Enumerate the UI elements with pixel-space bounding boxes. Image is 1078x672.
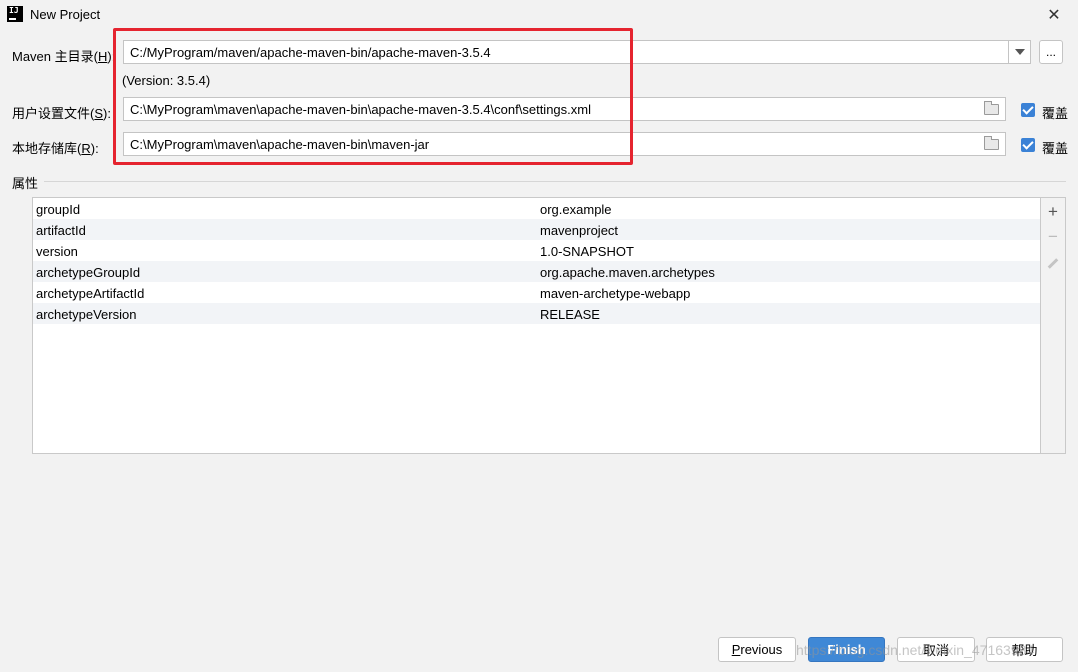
table-row[interactable]: groupId org.example xyxy=(33,198,1040,219)
property-key: archetypeVersion xyxy=(36,307,137,322)
title-bar: IJ New Project ✕ xyxy=(0,0,1078,30)
local-repo-override-checkbox[interactable] xyxy=(1021,138,1035,152)
property-key: version xyxy=(36,244,78,259)
intellij-logo-icon: IJ xyxy=(7,6,23,22)
properties-label: 属性 xyxy=(12,176,39,191)
pencil-icon xyxy=(1047,257,1059,269)
user-settings-override-label[interactable]: 覆盖 xyxy=(1042,103,1068,122)
maven-home-label: Maven 主目录(H): xyxy=(12,49,116,64)
close-icon: ✕ xyxy=(1047,7,1061,24)
table-toolbar: + − xyxy=(1041,197,1066,454)
property-key: artifactId xyxy=(36,223,86,238)
plus-icon: + xyxy=(1048,202,1058,221)
property-value: mavenproject xyxy=(540,223,619,238)
local-repo-label: 本地存储库(R): xyxy=(12,141,99,156)
browse-button[interactable]: ... xyxy=(1039,40,1063,64)
property-key: groupId xyxy=(36,202,81,217)
remove-property-button[interactable]: − xyxy=(1041,226,1065,248)
property-value: RELEASE xyxy=(540,307,600,322)
local-repo-override-label[interactable]: 覆盖 xyxy=(1042,138,1068,157)
add-property-button[interactable]: + xyxy=(1041,201,1065,223)
close-button[interactable]: ✕ xyxy=(1040,4,1068,26)
table-row[interactable]: version 1.0-SNAPSHOT xyxy=(33,240,1040,261)
section-divider xyxy=(44,181,1066,182)
minus-icon: − xyxy=(1048,227,1058,246)
table-row[interactable]: archetypeArtifactId maven-archetype-weba… xyxy=(33,282,1040,303)
property-value: maven-archetype-webapp xyxy=(540,286,691,301)
table-row[interactable]: archetypeVersion RELEASE xyxy=(33,303,1040,324)
property-value: org.example xyxy=(540,202,612,217)
previous-button[interactable]: Previous xyxy=(718,637,796,662)
property-value: 1.0-SNAPSHOT xyxy=(540,244,634,259)
property-key: archetypeArtifactId xyxy=(36,286,145,301)
properties-table[interactable]: groupId org.example artifactId mavenproj… xyxy=(32,197,1041,454)
table-row[interactable]: archetypeGroupId org.apache.maven.archet… xyxy=(33,261,1040,282)
folder-icon[interactable] xyxy=(984,101,999,115)
folder-icon[interactable] xyxy=(984,136,999,150)
table-row[interactable]: artifactId mavenproject xyxy=(33,219,1040,240)
user-settings-label: 用户设置文件(S): xyxy=(12,106,111,121)
watermark-text: https://blog.csdn.net/weixin_47163984 xyxy=(796,642,1035,658)
user-settings-override-checkbox[interactable] xyxy=(1021,103,1035,117)
property-value: org.apache.maven.archetypes xyxy=(540,265,715,280)
property-key: archetypeGroupId xyxy=(36,265,141,280)
red-highlight-box xyxy=(113,28,633,165)
chevron-down-icon[interactable] xyxy=(1008,41,1030,63)
edit-property-button[interactable] xyxy=(1041,252,1065,274)
window-title: New Project xyxy=(30,7,101,22)
